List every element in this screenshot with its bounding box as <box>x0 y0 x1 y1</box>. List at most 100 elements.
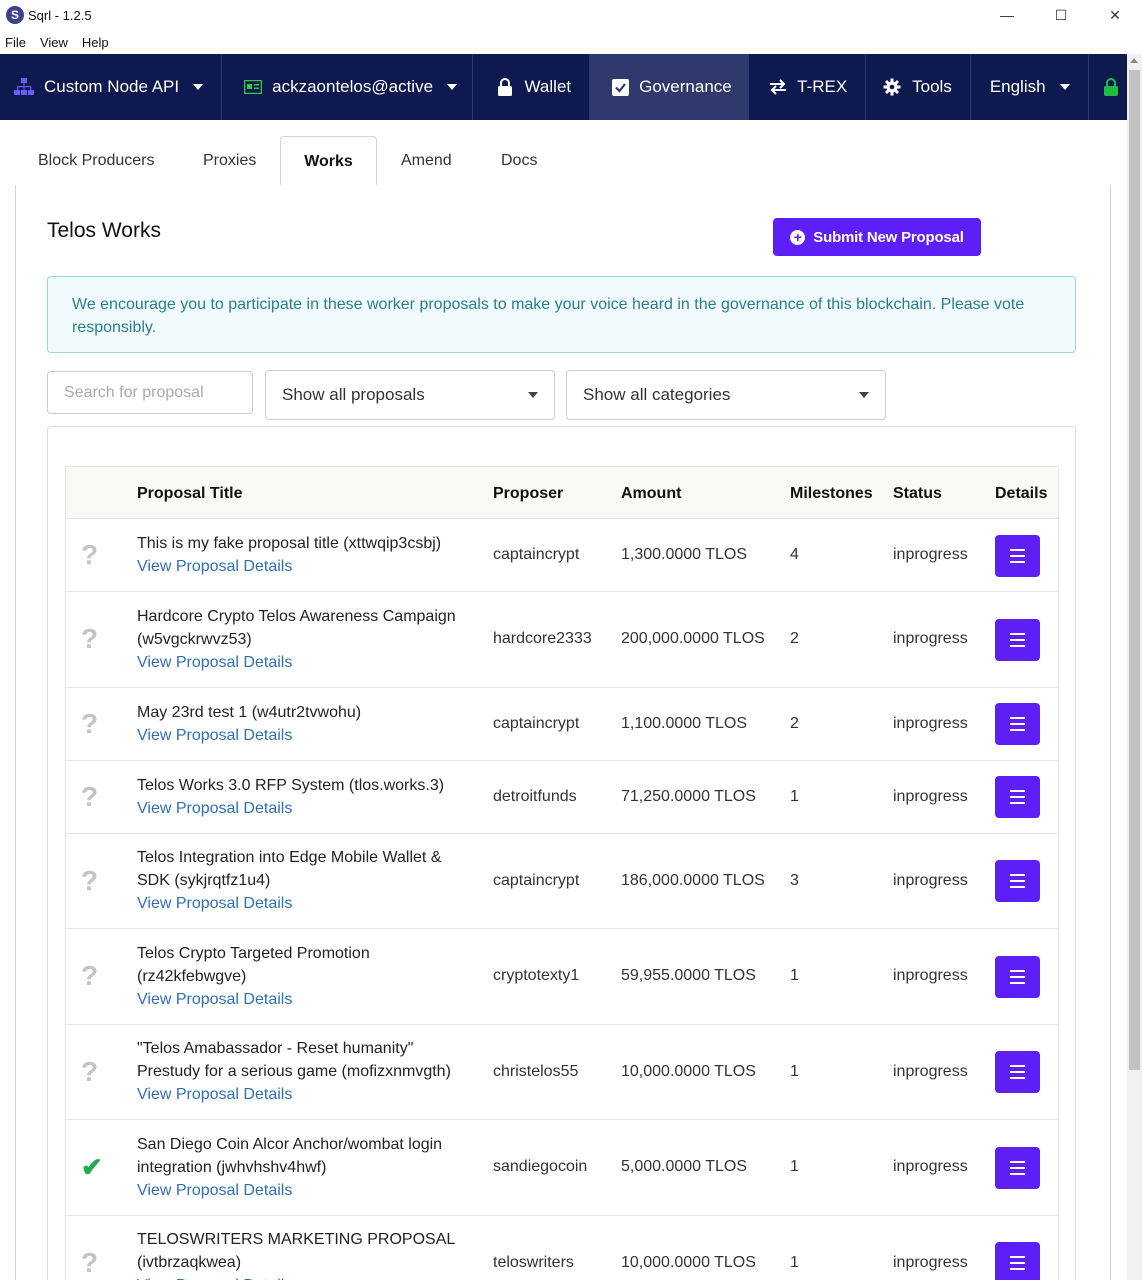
proposal-title: TELOSWRITERS MARKETING PROPOSAL <box>137 1231 456 1249</box>
window-controls: — ☐ ✕ <box>980 0 1142 30</box>
proposal-title-cell: This is my fake proposal title (xttwqip3… <box>137 519 467 591</box>
details-button[interactable] <box>995 955 1040 998</box>
proposer-cell: captaincrypt <box>493 546 580 563</box>
scroll-thumb[interactable] <box>1129 70 1140 1070</box>
details-button[interactable] <box>995 618 1040 661</box>
proposal-title: San Diego Coin Alcor Anchor/wombat login <box>137 1135 443 1153</box>
nav-governance[interactable]: Governance <box>590 54 750 120</box>
gear-icon <box>882 77 902 97</box>
nav-label: Custom Node API <box>44 77 180 96</box>
proposal-title-cell: Telos Works 3.0 RFP System (tlos.works.3… <box>137 761 467 833</box>
submit-new-proposal-button[interactable]: + Submit New Proposal <box>773 218 981 256</box>
list-icon <box>1010 1160 1025 1175</box>
tab-amend[interactable]: Amend <box>401 136 452 186</box>
tab-docs[interactable]: Docs <box>501 136 537 186</box>
view-proposal-details-link[interactable]: View Proposal Details <box>137 555 467 578</box>
nav-trex[interactable]: T-REX <box>749 54 867 120</box>
details-button[interactable] <box>995 860 1040 903</box>
category-filter-select[interactable]: Show all categories <box>566 370 886 420</box>
header-status: Status <box>893 484 942 502</box>
tab-works[interactable]: Works <box>280 136 377 187</box>
amount-cell: 1,100.0000 TLOS <box>621 714 748 732</box>
status-cell: inprogress <box>893 787 968 805</box>
question-mark-icon: ? <box>81 780 99 812</box>
menu-file[interactable]: File <box>0 35 31 50</box>
view-proposal-details-link[interactable]: View Proposal Details <box>137 797 467 820</box>
nav-wallet[interactable]: Wallet <box>473 54 591 120</box>
minimize-button[interactable]: — <box>980 0 1034 30</box>
nav-label: ackzaontelos@active <box>272 77 434 96</box>
proposal-title: This is my fake proposal title (xttwqip3… <box>137 535 442 552</box>
proposal-title-cell: TELOSWRITERS MARKETING PROPOSAL (ivtbrzaq… <box>137 1216 467 1280</box>
proposer-cell: sandiegocoin <box>493 1158 588 1176</box>
question-mark-icon: ? <box>81 1055 99 1087</box>
nav-account[interactable]: ackzaontelos@active <box>222 54 474 120</box>
status-cell: inprogress <box>893 1158 968 1176</box>
proposal-title-cell: Telos Integration into Edge Mobile Walle… <box>137 834 467 929</box>
proposal-title: SDK (sykjrqtfz1u4) <box>137 872 271 890</box>
proposal-title-cell: May 23rd test 1 (w4utr2tvwohu) View Propo… <box>137 688 467 760</box>
app-logo-icon: S <box>6 6 24 24</box>
nav-tools[interactable]: Tools <box>866 54 971 120</box>
tab-proxies[interactable]: Proxies <box>203 136 256 186</box>
milestones-cell: 1 <box>790 787 799 805</box>
exchange-icon <box>769 77 787 97</box>
proposal-title: (rz42kfebwgve) <box>137 967 247 985</box>
amount-cell: 10,000.0000 TLOS <box>621 1253 756 1271</box>
milestones-cell: 2 <box>790 630 799 648</box>
sitemap-icon <box>14 77 34 97</box>
search-input[interactable] <box>47 371 253 414</box>
table-row: ? Telos Works 3.0 RFP System (tlos.works.… <box>65 760 1059 834</box>
menu-help[interactable]: Help <box>77 35 114 50</box>
table-row: ? Hardcore Crypto Telos Awareness Campaig… <box>65 592 1059 688</box>
details-button[interactable] <box>995 1051 1040 1094</box>
category-filter-value: Show all categories <box>583 385 731 404</box>
chevron-down-icon <box>859 392 869 398</box>
details-button[interactable] <box>995 703 1040 745</box>
view-proposal-details-link[interactable]: View Proposal Details <box>137 724 467 747</box>
tab-block-producers[interactable]: Block Producers <box>38 136 155 186</box>
view-proposal-details-link[interactable]: View Proposal Details <box>137 1179 467 1202</box>
proposal-filter-select[interactable]: Show all proposals <box>265 370 555 420</box>
chevron-down-icon <box>528 392 538 398</box>
view-proposal-details-link[interactable]: View Proposal Details <box>137 1274 467 1280</box>
nav-custom-node-api[interactable]: Custom Node API <box>0 54 223 120</box>
maximize-button[interactable]: ☐ <box>1034 0 1088 30</box>
list-icon <box>1010 969 1025 984</box>
page-title: Telos Works <box>47 219 161 242</box>
proposal-title-cell: "Telos Amabassador - Reset humanity" Pres… <box>137 1025 467 1120</box>
nav-label: English <box>989 77 1046 96</box>
amount-cell: 186,000.0000 TLOS <box>621 871 765 889</box>
menu-bar: File View Help <box>0 30 1142 54</box>
proposer-cell: captaincrypt <box>493 871 580 889</box>
proposer-cell: cryptotexty1 <box>493 967 580 985</box>
view-proposal-details-link[interactable]: View Proposal Details <box>137 988 467 1011</box>
menu-view[interactable]: View <box>35 35 73 50</box>
details-button[interactable] <box>995 534 1040 577</box>
view-proposal-details-link[interactable]: View Proposal Details <box>137 892 467 915</box>
status-cell: inprogress <box>893 630 968 648</box>
vertical-scrollbar[interactable] <box>1127 54 1142 1280</box>
close-button[interactable]: ✕ <box>1088 0 1142 30</box>
milestones-cell: 1 <box>790 1062 799 1080</box>
id-card-icon <box>244 77 263 97</box>
milestones-cell: 4 <box>790 546 799 563</box>
nav-language[interactable]: English <box>971 54 1089 120</box>
details-button[interactable] <box>995 1242 1040 1280</box>
status-cell: inprogress <box>893 967 968 985</box>
scroll-up-arrow-icon[interactable] <box>1130 58 1138 63</box>
nav-lock-status[interactable] <box>1089 54 1127 120</box>
view-proposal-details-link[interactable]: View Proposal Details <box>137 651 467 674</box>
nav-label: T-REX <box>797 77 848 96</box>
view-proposal-details-link[interactable]: View Proposal Details <box>137 1083 467 1106</box>
proposal-title-cell: Telos Crypto Targeted Promotion (rz42kfeb… <box>137 929 467 1024</box>
details-button[interactable] <box>995 776 1040 818</box>
status-cell: inprogress <box>893 1253 968 1271</box>
proposal-title: Telos Crypto Targeted Promotion <box>137 944 370 962</box>
proposer-cell: christelos55 <box>493 1062 579 1080</box>
info-text: We encourage you to participate in these… <box>72 296 1025 336</box>
list-icon <box>1010 632 1025 647</box>
details-button[interactable] <box>995 1146 1040 1189</box>
header-details: Details <box>995 484 1048 502</box>
chevron-down-icon <box>193 84 204 90</box>
